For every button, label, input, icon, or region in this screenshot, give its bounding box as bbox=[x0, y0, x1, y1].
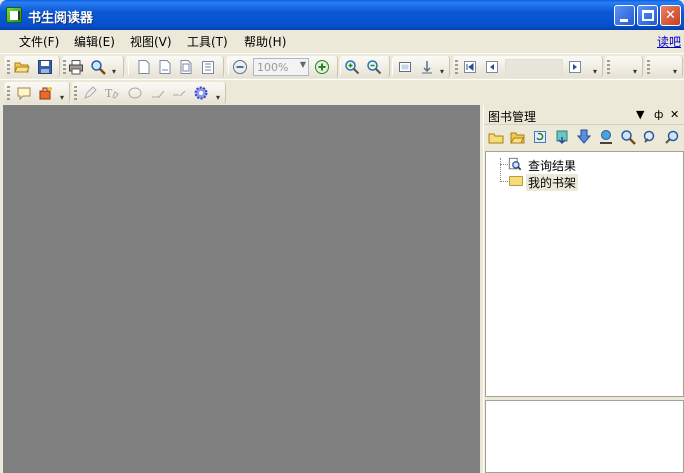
toolbar-grip[interactable] bbox=[647, 60, 650, 74]
minimize-button[interactable] bbox=[614, 5, 635, 26]
dubar-link[interactable]: 读吧 bbox=[657, 33, 681, 50]
facing-page-icon[interactable] bbox=[178, 59, 194, 75]
chevron-down-icon[interactable]: ▾ bbox=[112, 68, 120, 76]
panel-title: 图书管理 bbox=[488, 110, 537, 124]
menu-view[interactable]: 视图(V) bbox=[130, 33, 172, 50]
folder-icon bbox=[509, 176, 523, 186]
zoom-level-value: 100% bbox=[257, 61, 289, 74]
extra-toolbar-2: ▾ bbox=[645, 56, 683, 78]
toolbar-grip[interactable] bbox=[7, 86, 10, 100]
minimize-icon bbox=[620, 19, 628, 22]
chevron-down-icon[interactable]: ▾ bbox=[673, 68, 681, 76]
main-toolbar: ▾ 100% ▼ ▾ ▾ ▾ ▾ bbox=[0, 53, 684, 79]
comment-toolbar: ▾ bbox=[4, 82, 70, 104]
navigation-toolbar: ▾ bbox=[453, 56, 603, 78]
chevron-down-icon[interactable]: ▾ bbox=[60, 94, 68, 102]
tree-item-my-bookshelf[interactable]: 我的书架 bbox=[526, 174, 579, 191]
fit-width-icon[interactable] bbox=[419, 59, 435, 75]
magnify-toolbar bbox=[340, 56, 390, 78]
import-icon[interactable] bbox=[554, 129, 570, 145]
pencil-icon[interactable] bbox=[82, 85, 98, 101]
extra-toolbar-1: ▾ bbox=[605, 56, 643, 78]
chevron-down-icon[interactable]: ▾ bbox=[440, 68, 448, 76]
panel-header: 图书管理 ▼ ф ✕ bbox=[484, 105, 684, 125]
open-book-icon[interactable] bbox=[510, 129, 526, 145]
toolbar-grip[interactable] bbox=[74, 86, 77, 100]
window-title: 书生阅读器 bbox=[28, 11, 94, 26]
single-page-icon[interactable] bbox=[136, 59, 152, 75]
refresh-icon[interactable] bbox=[532, 129, 548, 145]
next-page-icon[interactable] bbox=[567, 59, 583, 75]
chevron-down-icon: ▼ bbox=[299, 60, 306, 69]
zoom-toolbar: 100% ▼ bbox=[226, 56, 338, 78]
ellipse-tool-icon[interactable] bbox=[127, 85, 143, 101]
online-icon[interactable] bbox=[598, 129, 614, 145]
panel-details-area bbox=[485, 400, 684, 473]
comment-icon[interactable] bbox=[16, 85, 32, 101]
print-icon[interactable] bbox=[68, 59, 84, 75]
settings-gear-icon[interactable] bbox=[193, 85, 209, 101]
menu-bar: 文件(F) 编辑(E) 视图(V) 工具(T) 帮助(H) 读吧 bbox=[0, 30, 684, 52]
file-toolbar bbox=[4, 56, 60, 78]
find-icon[interactable] bbox=[90, 59, 106, 75]
line-tool-2-icon[interactable] bbox=[172, 85, 188, 101]
search-next-icon[interactable] bbox=[642, 129, 658, 145]
svg-text:T: T bbox=[105, 87, 113, 100]
new-book-icon[interactable] bbox=[488, 129, 504, 145]
menu-help[interactable]: 帮助(H) bbox=[244, 33, 286, 50]
menu-file[interactable]: 文件(F) bbox=[19, 33, 59, 50]
open-folder-icon[interactable] bbox=[14, 59, 30, 75]
pin-icon[interactable]: ф bbox=[654, 108, 663, 121]
tree-item-label: 查询结果 bbox=[528, 159, 577, 173]
menu-edit[interactable]: 编辑(E) bbox=[74, 33, 115, 50]
maximize-button[interactable] bbox=[637, 5, 658, 26]
first-page-icon[interactable] bbox=[462, 59, 478, 75]
download-icon[interactable] bbox=[576, 129, 592, 145]
search-icon[interactable] bbox=[620, 129, 636, 145]
close-button[interactable]: ✕ bbox=[660, 5, 681, 26]
zoom-in-icon[interactable] bbox=[314, 59, 330, 75]
panel-close-icon[interactable]: ✕ bbox=[670, 108, 679, 121]
maximize-icon bbox=[642, 10, 654, 21]
fit-toolbar: ▾ bbox=[392, 56, 450, 78]
chevron-down-icon[interactable]: ▾ bbox=[633, 68, 641, 76]
toolbar-grip[interactable] bbox=[455, 60, 458, 74]
print-toolbar: ▾ bbox=[62, 56, 124, 78]
zoom-level-select[interactable]: 100% ▼ bbox=[253, 58, 309, 76]
annotation-toolbar-row: ▾ T ▾ bbox=[0, 79, 684, 105]
continuous-page-icon[interactable] bbox=[157, 59, 173, 75]
tree-item-label: 我的书架 bbox=[528, 176, 577, 190]
drawing-toolbar: T ▾ bbox=[72, 82, 226, 104]
line-tool-icon[interactable] bbox=[150, 85, 166, 101]
fit-page-icon[interactable] bbox=[397, 59, 413, 75]
toolbar-grip[interactable] bbox=[607, 60, 610, 74]
text-tool-icon[interactable]: T bbox=[104, 85, 120, 101]
chevron-down-icon[interactable]: ▾ bbox=[593, 68, 601, 76]
close-icon: ✕ bbox=[665, 8, 676, 23]
zoom-out-icon[interactable] bbox=[232, 59, 248, 75]
previous-page-icon[interactable] bbox=[484, 59, 500, 75]
panel-toolbar bbox=[484, 126, 684, 150]
toolbar-grip[interactable] bbox=[63, 60, 66, 74]
search-web-icon[interactable] bbox=[664, 129, 680, 145]
zoom-magnify-icon[interactable] bbox=[344, 59, 360, 75]
menu-tools[interactable]: 工具(T) bbox=[187, 33, 228, 50]
page-number-input[interactable] bbox=[505, 59, 563, 75]
document-view[interactable] bbox=[3, 105, 480, 473]
title-bar[interactable]: 书生阅读器 ✕ bbox=[0, 0, 684, 30]
tree-item-search-results[interactable]: 查询结果 bbox=[526, 157, 578, 174]
search-result-icon bbox=[508, 157, 522, 171]
book-tree[interactable]: 查询结果 我的书架 bbox=[485, 151, 684, 397]
save-icon[interactable] bbox=[37, 59, 53, 75]
stamp-icon[interactable] bbox=[38, 85, 54, 101]
page-layout-toolbar bbox=[126, 56, 224, 78]
zoom-reduce-icon[interactable] bbox=[366, 59, 382, 75]
panel-dropdown-icon[interactable]: ▼ bbox=[636, 108, 644, 121]
toolbar-grip[interactable] bbox=[7, 60, 10, 74]
library-panel: 图书管理 ▼ ф ✕ 查询结果 我的书架 bbox=[483, 105, 684, 473]
continuous-facing-icon[interactable] bbox=[200, 59, 216, 75]
app-logo-icon bbox=[6, 7, 22, 23]
chevron-down-icon[interactable]: ▾ bbox=[216, 94, 224, 102]
